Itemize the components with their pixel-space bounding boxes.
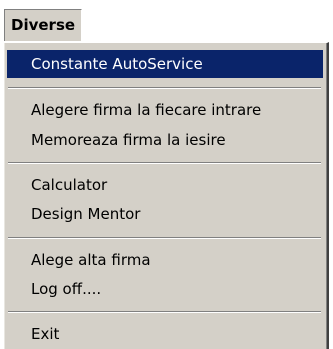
menu-separator <box>8 87 321 89</box>
menu-separator <box>8 311 321 313</box>
menu-item-alegere-firma-la-fiecare-intrare[interactable]: Alegere firma la fiecare intrare <box>7 96 323 124</box>
dropdown-menu: Constante AutoService Alegere firma la f… <box>3 42 329 349</box>
menu-separator <box>8 162 321 164</box>
menu-item-calculator[interactable]: Calculator <box>7 171 323 199</box>
menu-item-log-off[interactable]: Log off.... <box>7 275 323 303</box>
menu-item-constante-autoservice[interactable]: Constante AutoService <box>7 50 323 78</box>
menu-bar: Diverse <box>0 0 333 42</box>
menu-separator <box>8 237 321 239</box>
menu-item-design-mentor[interactable]: Design Mentor <box>7 200 323 228</box>
menu-item-alege-alta-firma[interactable]: Alege alta firma <box>7 246 323 274</box>
menu-item-exit[interactable]: Exit <box>7 320 323 348</box>
menu-item-memoreaza-firma-la-iesire[interactable]: Memoreaza firma la iesire <box>7 126 323 154</box>
menu-diverse[interactable]: Diverse <box>4 9 83 41</box>
